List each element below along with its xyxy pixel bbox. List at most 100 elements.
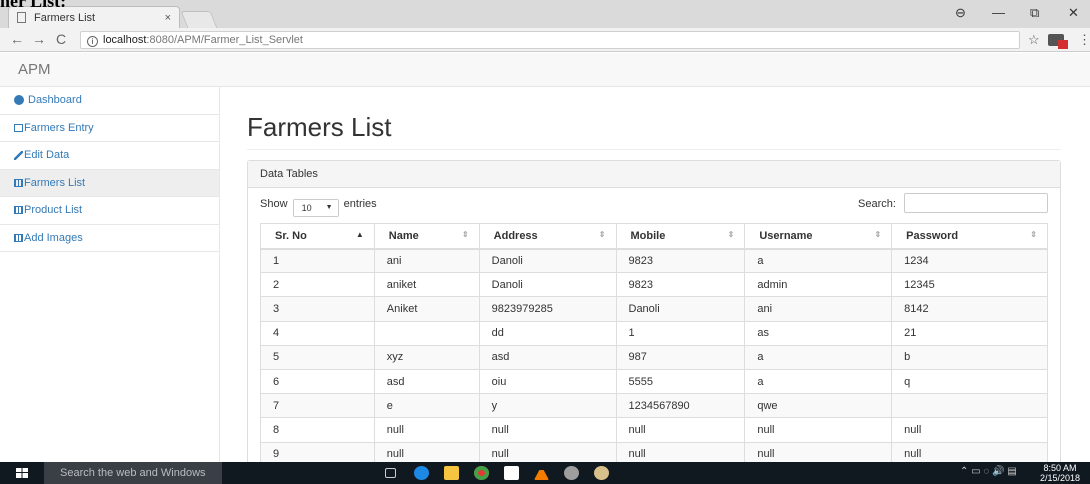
table-row: 7 e y 1234567890 qwe [260,393,1048,419]
dashboard-icon [14,95,24,106]
extension-badge [1058,40,1068,49]
sidebar-item-farmers-entry[interactable]: Farmers Entry [0,115,219,142]
sort-icon: ⇕ [874,230,882,239]
column-header-name[interactable]: Name ⇕ [373,223,480,250]
edge-browser-icon[interactable] [414,466,429,480]
table-cell: 9823 [615,247,746,274]
table-cell: oiu [478,368,617,395]
restore-button[interactable]: ⧉ [1030,5,1039,21]
search-input[interactable] [904,193,1048,213]
close-window-button[interactable]: ✕ [1068,5,1079,21]
url-path: :8080/APM/Farmer_List_Servlet [146,34,303,46]
entries-value: 10 [301,203,312,213]
table-row: 9 null null null null null [260,441,1048,462]
sidebar-item-dashboard[interactable]: Dashboard [0,87,219,115]
table-cell: null [744,441,893,462]
table-cell: 5555 [615,368,746,395]
sidebar-item-product-list[interactable]: Product List [0,197,219,225]
table-cell: 6 [260,368,375,395]
table-cell: y [478,393,617,419]
table-icon [14,206,23,215]
minimize-button[interactable]: — [992,5,1005,20]
table-cell: 987 [615,344,746,370]
taskbar-search-box[interactable]: Search the web and Windows [44,462,222,484]
table-icon [14,178,23,187]
sidebar-item-label: Add Images [24,231,83,244]
extension-icon[interactable] [1048,34,1068,49]
table-cell: null [891,441,1048,462]
file-explorer-icon[interactable] [444,466,459,480]
main-content: Farmers List Data Tables Show 10 ▼ entrie… [221,87,1090,462]
profile-icon[interactable]: ⊖ [955,5,966,21]
table-row: 8 null null null null null [260,417,1048,443]
table-cell: 1234 [891,247,1048,274]
windows-start-icon[interactable] [16,468,28,478]
column-header-label: Address [493,229,538,242]
browser-menu-icon[interactable]: ⋮ [1078,32,1090,48]
sidebar-item-farmers-list[interactable]: Farmers List [0,169,219,197]
column-header-label: Name [388,229,419,242]
windows-taskbar: Search the web and Windows ⌃ ▭ ◌ 🔊 ▤ 8:5… [0,462,1090,484]
brand[interactable]: APM [18,61,51,78]
vlc-icon[interactable] [534,466,549,480]
table-cell: null [615,441,746,462]
table-cell: null [891,417,1048,443]
sidebar-item-edit-data[interactable]: Edit Data [0,142,219,170]
column-header-label: Mobile [630,229,666,242]
column-header-label: Username [759,229,813,242]
title-divider [247,149,1061,150]
new-tab-button[interactable] [180,11,218,28]
sidebar-item-label: Product List [24,204,83,217]
table-cell: 9823 [615,272,746,298]
column-header-password[interactable]: Password ⇕ [891,223,1048,250]
table-cell: null [478,417,617,443]
table-cell [891,393,1048,419]
address-bar-row: ← → C i localhost:8080/APM/Farmer_List_Se… [0,28,1090,52]
reload-icon[interactable]: C [56,31,66,47]
entries-length-control: Show 10 ▼ entries [260,198,377,217]
system-tray[interactable]: ⌃ ▭ ◌ 🔊 ▤ [960,466,1017,477]
table-cell: null [478,441,617,462]
column-header-mobile[interactable]: Mobile ⇕ [615,223,746,250]
table-cell: asd [373,368,480,395]
table-cell: aniket [373,272,480,298]
column-header-address[interactable]: Address ⇕ [478,223,617,250]
app-icon[interactable] [564,466,579,480]
info-icon[interactable]: i [87,36,98,47]
column-header-username[interactable]: Username ⇕ [744,223,893,250]
table-cell: Danoli [615,296,746,322]
column-header-sr-no[interactable]: Sr. No ▲ [260,223,375,250]
task-view-icon[interactable] [385,468,396,478]
table-cell: 5 [260,344,375,370]
url-input[interactable]: i localhost:8080/APM/Farmer_List_Servlet [80,31,1020,49]
table-row: 4 dd 1 as 21 [260,320,1048,346]
entries-select[interactable]: 10 ▼ [292,199,339,217]
clipped-page-heading: ner List: [0,0,67,11]
table-cell: e [373,393,480,419]
table-cell: a [744,368,893,395]
app-navbar: APM [0,53,1090,87]
sidebar-item-add-images[interactable]: Add Images [0,225,219,252]
store-icon[interactable] [504,466,519,480]
table-cell: a [744,247,893,274]
table-cell: 4 [260,320,375,346]
back-icon[interactable]: ← [10,31,24,47]
table-cell: asd [478,344,617,370]
table-cell: 1 [615,320,746,346]
chrome-icon[interactable] [474,466,489,480]
clock-time: 8:50 AM [1043,463,1077,473]
table-cell: q [891,368,1048,395]
screen: Farmers List × ⊖ — ⧉ ✕ ner List: ← → C i… [0,0,1090,484]
bookmark-star-icon[interactable]: ☆ [1028,32,1040,48]
settings-gear-icon[interactable] [594,466,609,480]
taskbar-clock[interactable]: 8:50 AM 2/15/2018 [1040,463,1080,483]
chevron-down-icon: ▼ [325,204,333,211]
url-host: localhost [103,34,147,46]
table-cell: Danoli [478,272,617,298]
forward-icon[interactable]: → [32,31,46,47]
tab-close-button[interactable]: × [165,12,171,24]
table-cell [373,320,480,346]
sort-icon: ⇕ [598,230,606,239]
column-header-label: Sr. No [275,229,307,242]
table-row: 2 aniket Danoli 9823 admin 12345 [260,272,1048,298]
